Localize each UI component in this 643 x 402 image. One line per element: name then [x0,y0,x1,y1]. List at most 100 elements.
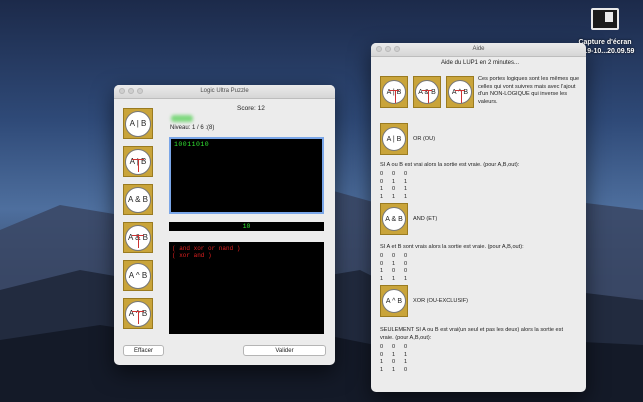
gate-and-button[interactable]: A & B [123,184,153,215]
nand-gate-icon: A & B [125,224,151,251]
or-truth-table: 000011101111 [380,171,416,201]
or-label: OR (OU) [413,136,436,142]
truth-table-row: 0 0 0 [380,344,416,352]
puzzle-display[interactable]: 10011010 [169,137,324,214]
truth-table-cell: 0 [392,253,396,259]
zoom-button[interactable] [137,88,143,94]
truth-table-row: 0 0 0 [380,171,416,179]
and-gate-icon: A & B [382,207,406,231]
truth-table-cell: 0 [392,268,396,274]
gate-nor-button[interactable]: A | B [123,146,153,177]
help-titlebar[interactable]: Aide [371,43,586,57]
window-controls [119,88,143,94]
or-definition: A | B OR (OU) [380,123,435,155]
nand-gate-tile: A & B [413,76,441,108]
xor-truth-table: 000011101110 [380,344,416,374]
nor-gate-icon: A | B [125,148,151,175]
score-label: Score: 12 [237,105,265,112]
xor-label: XOR (OU-EXCLUSIF) [413,298,469,304]
xor-gate-icon: A ^ B [382,289,406,313]
truth-table-row: 0 1 0 [380,261,416,269]
truth-table-cell: 0 [404,260,408,267]
truth-table-cell: 1 [392,275,396,282]
truth-table-cell: 1 [404,275,408,282]
truth-table-cell: 1 [380,186,384,192]
truth-table-cell: 1 [404,359,408,365]
minimize-button[interactable] [128,88,134,94]
truth-table-cell: 0 [392,344,396,350]
valider-button[interactable]: Valider [243,345,326,356]
close-button[interactable] [376,46,382,52]
xor-definition: A ^ B XOR (OU-EXCLUSIF) [380,285,468,317]
zoom-button[interactable] [394,46,400,52]
truth-table-cell: 0 [392,186,396,192]
truth-table-cell: 1 [404,193,408,200]
truth-table-cell: 1 [380,359,384,365]
effacer-button[interactable]: Effacer [123,345,164,356]
truth-table-row: 0 1 1 [380,352,416,360]
truth-table-cell: 1 [380,366,384,373]
and-definition: A & B AND (ET) [380,203,437,235]
truth-table-cell: 1 [392,178,396,185]
truth-table-cell: 0 [392,171,396,177]
current-output: 10 [169,222,324,231]
truth-table-cell: 1 [392,260,396,267]
close-button[interactable] [119,88,125,94]
gate-xor-button[interactable]: A ^ B [123,260,153,291]
truth-table-cell: 1 [404,351,408,358]
and-truth-table: 000010100111 [380,253,416,283]
or-gate-icon: A | B [382,127,406,151]
truth-table-cell: 0 [380,351,384,358]
truth-table-cell: 1 [380,268,384,274]
truth-table-cell: 0 [380,344,384,350]
truth-table-row: 1 1 1 [380,276,416,284]
truth-table-cell: 0 [380,178,384,185]
or-gate-icon: A | B [125,110,151,137]
truth-table-cell: 1 [380,275,384,282]
target-bits: 10011010 [174,141,210,148]
truth-table-row: 1 1 1 [380,194,416,202]
gate-palette: A | B A | B A & B A & B A ^ B A ^ B [123,108,153,336]
truth-table-cell: 1 [404,178,408,185]
logic-puzzle-window: Logic Ultra Puzzle A | B A | B A & B A &… [114,85,335,365]
truth-table-cell: 1 [392,366,396,373]
truth-table-cell: 0 [404,253,408,259]
nor-gate-tile: A | B [380,76,408,108]
gate-nand-button[interactable]: A & B [123,222,153,253]
minimize-button[interactable] [385,46,391,52]
nand-gate-icon: A & B [415,80,439,104]
xnor-gate-tile: A ^ B [446,76,474,108]
truth-table-cell: 1 [392,351,396,358]
truth-table-row: 0 0 0 [380,253,416,261]
gate-xnor-button[interactable]: A ^ B [123,298,153,329]
screenshot-thumbnail-icon [591,8,619,30]
truth-table-row: 0 1 1 [380,179,416,187]
truth-table-cell: 0 [404,171,408,177]
level-indicator [171,115,193,122]
error-line: ( xor and ) [172,252,212,259]
and-label: AND (ET) [413,216,438,222]
or-gate-tile: A | B [380,123,408,155]
negated-gates-row: A | B A & B A ^ B [380,76,474,108]
error-display: ( and xor or nand ) ( xor and ) [169,242,324,334]
window-title: Logic Ultra Puzzle [200,88,249,94]
truth-table-row: 1 0 1 [380,186,416,194]
truth-table-cell: 1 [392,193,396,200]
main-titlebar[interactable]: Logic Ultra Puzzle [114,85,335,99]
window-controls [376,46,400,52]
help-heading: Aide du LUP1 en 2 minutes... [440,60,520,66]
truth-table-row: 1 0 0 [380,268,416,276]
truth-table-cell: 0 [404,268,408,274]
error-line: ( and xor or nand ) [172,245,241,252]
help-window-title: Aide [472,46,485,52]
truth-table-cell: 0 [404,366,408,373]
gate-or-button[interactable]: A | B [123,108,153,139]
truth-table-row: 1 1 0 [380,367,416,375]
help-intro: Ces portes logiques sont les mêmes que c… [478,76,580,105]
xor-gate-icon: A ^ B [125,262,151,289]
truth-table-row: 1 0 1 [380,359,416,367]
truth-table-cell: 1 [404,186,408,192]
and-gate-icon: A & B [125,186,151,213]
level-label: Niveau: 1 / 6 :(8) [170,125,215,131]
xnor-gate-icon: A ^ B [125,300,151,327]
